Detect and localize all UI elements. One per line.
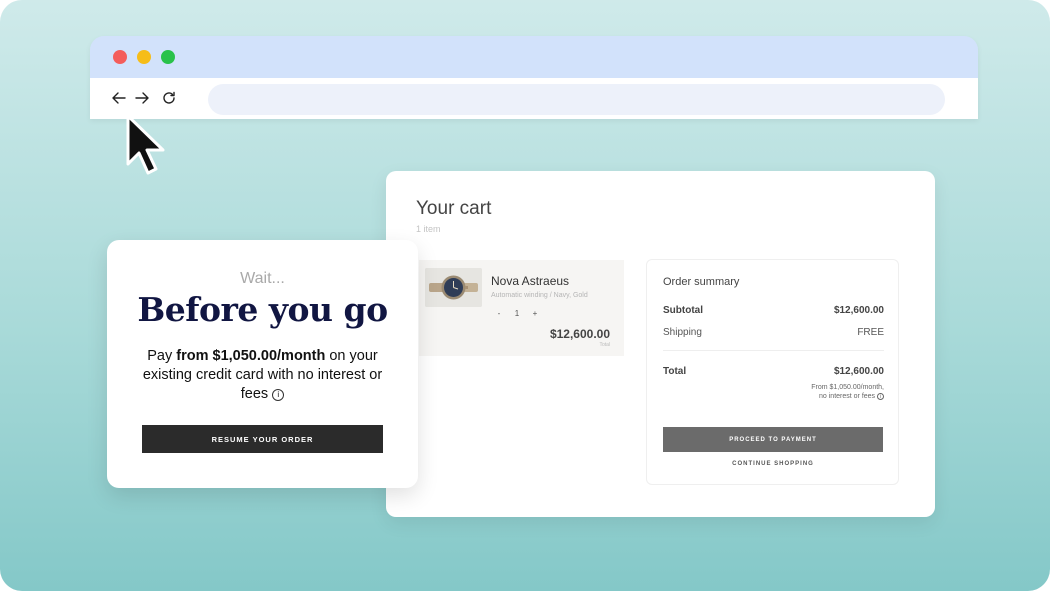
popup-body-text: Pay from $1,050.00/month on your existin… bbox=[129, 347, 396, 404]
shipping-value: FREE bbox=[857, 327, 884, 338]
order-summary: Order summary Subtotal $12,600.00 Shippi… bbox=[646, 259, 899, 485]
financing-note-line2: no interest or fees i bbox=[744, 392, 884, 401]
url-bar[interactable] bbox=[208, 84, 945, 115]
subtotal-row: Subtotal $12,600.00 bbox=[663, 305, 884, 316]
financing-note-text: no interest or fees bbox=[819, 393, 876, 400]
arrow-right-icon[interactable] bbox=[132, 88, 152, 108]
browser-toolbar bbox=[90, 78, 978, 119]
subtotal-label: Subtotal bbox=[663, 305, 703, 316]
quantity-value[interactable]: 1 bbox=[513, 309, 521, 318]
close-window-button[interactable] bbox=[113, 50, 127, 64]
total-row: Total $12,600.00 bbox=[663, 366, 884, 377]
shipping-row: Shipping FREE bbox=[663, 327, 884, 338]
info-icon[interactable]: i bbox=[272, 389, 285, 401]
popup-wait-text: Wait... bbox=[240, 270, 285, 287]
shipping-label: Shipping bbox=[663, 327, 702, 338]
order-summary-title: Order summary bbox=[663, 276, 740, 288]
continue-shopping-link[interactable]: CONTINUE SHOPPING bbox=[663, 461, 883, 467]
total-value: $12,600.00 bbox=[833, 366, 884, 377]
financing-note: From $1,050.00/month, no interest or fee… bbox=[744, 383, 884, 401]
popup-body-highlight: from $1,050.00/month bbox=[176, 348, 326, 364]
browser-titlebar bbox=[90, 36, 978, 78]
line-item-price-caption: Total bbox=[599, 342, 610, 348]
summary-divider bbox=[663, 350, 884, 351]
minimize-window-button[interactable] bbox=[137, 50, 151, 64]
product-variant: Automatic winding / Navy, Gold bbox=[491, 292, 588, 299]
quantity-decrease-button[interactable]: - bbox=[495, 309, 503, 318]
cart-panel: Your cart 1 item Nova Astraeus Automatic… bbox=[386, 171, 935, 517]
quantity-increase-button[interactable]: + bbox=[531, 309, 539, 318]
popup-body-prefix: Pay bbox=[147, 348, 177, 364]
reload-icon[interactable] bbox=[159, 88, 179, 108]
total-label: Total bbox=[663, 366, 687, 377]
info-icon[interactable]: i bbox=[877, 393, 884, 400]
mouse-pointer-icon bbox=[126, 114, 165, 175]
financing-note-line1: From $1,050.00/month, bbox=[811, 384, 884, 391]
cart-line-item: Nova Astraeus Automatic winding / Navy, … bbox=[419, 260, 624, 356]
background-scene: Your cart 1 item Nova Astraeus Automatic… bbox=[0, 0, 1050, 591]
exit-intent-popup: Wait... Before you go Pay from $1,050.00… bbox=[107, 240, 418, 488]
cart-title: Your cart bbox=[416, 198, 492, 219]
resume-order-button[interactable]: RESUME YOUR ORDER bbox=[142, 425, 383, 453]
line-item-price: $12,600.00 bbox=[549, 327, 610, 341]
quantity-stepper: - 1 + bbox=[495, 309, 539, 318]
maximize-window-button[interactable] bbox=[161, 50, 175, 64]
browser-window bbox=[90, 36, 978, 119]
popup-heading: Before you go bbox=[137, 290, 388, 329]
subtotal-value: $12,600.00 bbox=[833, 305, 884, 316]
arrow-left-icon[interactable] bbox=[109, 88, 129, 108]
product-name[interactable]: Nova Astraeus bbox=[491, 274, 569, 288]
proceed-to-payment-button[interactable]: PROCEED TO PAYMENT bbox=[663, 427, 883, 452]
cart-item-count: 1 item bbox=[416, 224, 441, 234]
watch-product-image[interactable] bbox=[425, 268, 482, 307]
